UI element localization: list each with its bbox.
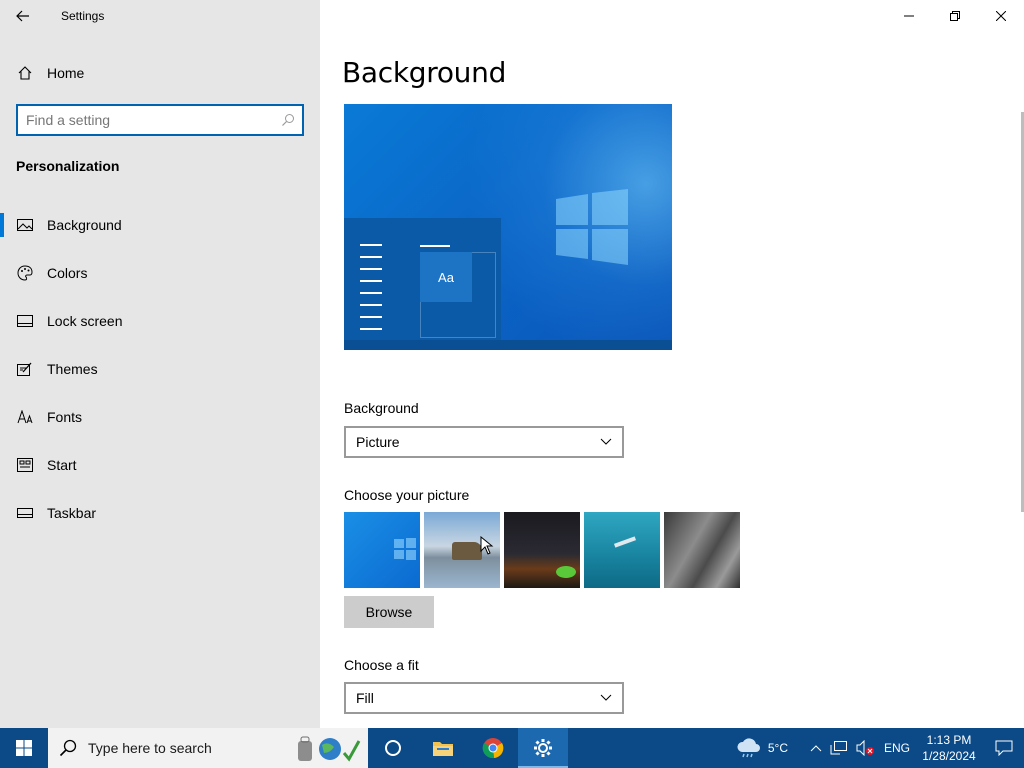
back-arrow-icon	[16, 10, 29, 22]
sidebar-item-lock-screen[interactable]: Lock screen	[0, 297, 320, 345]
preview-start-list	[360, 244, 382, 340]
taskbar-settings[interactable]	[518, 728, 568, 768]
home-icon	[16, 64, 34, 82]
taskbar-search-hint: Type here to search	[88, 740, 212, 756]
minimize-button[interactable]	[886, 0, 932, 32]
taskbar-chrome[interactable]	[468, 728, 518, 768]
fonts-icon	[16, 408, 34, 426]
clock[interactable]: 1:13 PM 1/28/2024	[914, 728, 984, 768]
themes-icon	[16, 360, 34, 378]
chevron-down-icon	[600, 694, 612, 701]
picture-icon	[16, 216, 34, 234]
window-controls	[886, 0, 1024, 32]
background-label: Background	[344, 400, 419, 416]
windows-logo-icon	[394, 538, 416, 560]
section-title: Personalization	[16, 158, 120, 174]
sidebar-item-background[interactable]: Background	[0, 201, 320, 249]
network-button[interactable]	[826, 728, 852, 768]
sidebar-item-label: Colors	[47, 265, 88, 281]
sidebar-item-label: Start	[47, 457, 77, 473]
back-button[interactable]	[0, 0, 46, 32]
sidebar-item-taskbar[interactable]: Taskbar	[0, 489, 320, 537]
notification-icon	[995, 740, 1013, 756]
fit-dropdown-value: Fill	[356, 690, 374, 706]
volume-muted-icon	[856, 740, 874, 756]
sidebar-item-start[interactable]: Start	[0, 441, 320, 489]
mouse-cursor-icon	[480, 536, 494, 555]
notifications-button[interactable]	[984, 728, 1024, 768]
taskbar-cortana[interactable]	[368, 728, 418, 768]
picture-thumbnail-2[interactable]	[424, 512, 500, 588]
windows-start-icon	[16, 740, 32, 756]
background-dropdown-value: Picture	[356, 434, 400, 450]
close-button[interactable]	[978, 0, 1024, 32]
search-icon[interactable]	[274, 113, 302, 127]
chrome-icon	[482, 738, 504, 759]
desktop-preview: Aa	[344, 104, 672, 350]
page-title: Background	[342, 56, 507, 89]
picture-thumbnail-3[interactable]	[504, 512, 580, 588]
system-tray: 5°C ENG 1:13 PM 1/28/2024	[732, 728, 1024, 768]
language-indicator[interactable]: ENG	[880, 728, 914, 768]
restore-icon	[950, 11, 960, 21]
taskbar-search-box[interactable]: Type here to search	[48, 728, 368, 768]
sidebar-item-label: Taskbar	[47, 505, 97, 521]
home-nav-item[interactable]: Home	[0, 56, 320, 90]
settings-icon	[534, 739, 552, 757]
sidebar-item-label: Background	[47, 217, 122, 233]
minimize-icon	[904, 15, 914, 17]
close-icon	[996, 11, 1006, 21]
taskbar-icon	[16, 504, 34, 522]
main-content: Background Aa Background Picture Choose …	[320, 32, 1024, 728]
search-icon	[48, 739, 88, 757]
fit-dropdown[interactable]: Fill	[344, 682, 624, 714]
windows-logo-icon	[556, 189, 628, 265]
browse-button[interactable]: Browse	[344, 596, 434, 628]
sidebar-item-label: Lock screen	[47, 313, 123, 329]
show-hidden-icons-button[interactable]	[806, 728, 826, 768]
settings-window: Settings Home Personalization Background	[0, 0, 1024, 728]
weather-temperature: 5°C	[767, 741, 788, 755]
lock-screen-icon	[16, 312, 34, 330]
home-label: Home	[47, 65, 85, 81]
clock-date: 1/28/2024	[922, 749, 976, 763]
sidebar-item-themes[interactable]: Themes	[0, 345, 320, 393]
sidebar-item-fonts[interactable]: Fonts	[0, 393, 320, 441]
volume-button[interactable]	[852, 728, 880, 768]
start-button[interactable]	[0, 728, 48, 768]
palette-icon	[16, 264, 34, 282]
choose-picture-label: Choose your picture	[344, 487, 470, 503]
weather-widget[interactable]: 5°C	[732, 728, 792, 768]
taskbar-file-explorer[interactable]	[418, 728, 468, 768]
weather-cloud-icon	[737, 738, 760, 758]
file-explorer-icon	[433, 742, 453, 756]
search-input[interactable]	[18, 106, 274, 134]
clock-time: 1:13 PM	[926, 733, 972, 747]
network-icon	[830, 741, 847, 755]
sidebar-item-label: Themes	[47, 361, 98, 377]
search-box[interactable]	[16, 104, 304, 136]
cortana-icon	[385, 740, 401, 756]
preview-tile-header	[420, 245, 450, 247]
taskbar: Type here to search 5°C ENG 1:13 PM 1/28…	[0, 728, 1024, 768]
background-dropdown[interactable]: Picture	[344, 426, 624, 458]
search-highlight-icon	[298, 736, 361, 762]
sidebar-item-colors[interactable]: Colors	[0, 249, 320, 297]
preview-taskbar	[344, 340, 672, 350]
preview-tile-text: Aa	[420, 252, 472, 302]
title-bar: Settings	[0, 0, 320, 32]
picture-thumbnail-1[interactable]	[344, 512, 420, 588]
chevron-up-icon	[810, 745, 822, 752]
picture-thumbnail-4[interactable]	[584, 512, 660, 588]
fit-label: Choose a fit	[344, 657, 419, 673]
app-title: Settings	[61, 9, 105, 23]
picture-thumbnails	[344, 512, 740, 588]
start-icon	[16, 456, 34, 474]
picture-thumbnail-5[interactable]	[664, 512, 740, 588]
sidebar-item-label: Fonts	[47, 409, 83, 425]
chevron-down-icon	[600, 438, 612, 445]
sidebar: Settings Home Personalization Background	[0, 0, 320, 728]
nav-list: Background Colors Lock screen Themes Fon…	[0, 201, 320, 537]
restore-button[interactable]	[932, 0, 978, 32]
